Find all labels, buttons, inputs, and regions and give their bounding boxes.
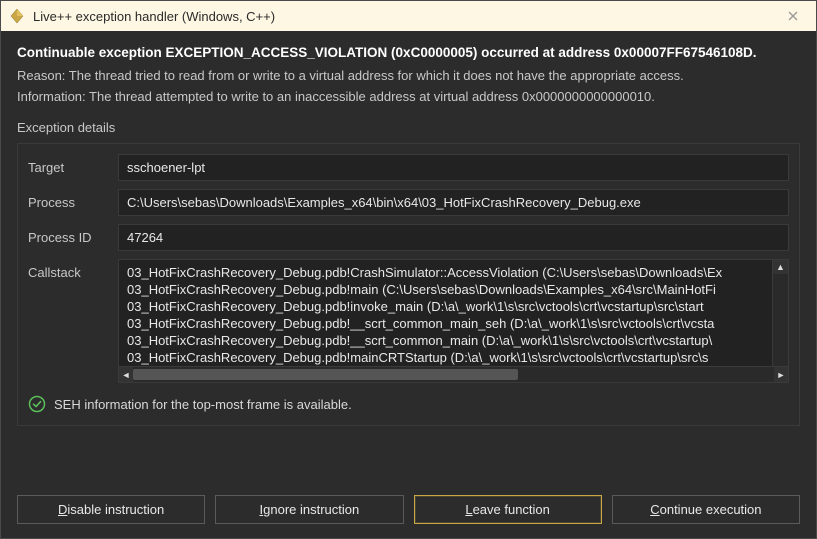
- process-field[interactable]: [118, 189, 789, 216]
- scroll-right-arrow-icon[interactable]: ►: [774, 367, 788, 382]
- app-icon: [9, 8, 25, 24]
- callstack-frame[interactable]: 03_HotFixCrashRecovery_Debug.pdb!mainCRT…: [127, 349, 782, 366]
- target-field[interactable]: [118, 154, 789, 181]
- callstack-label: Callstack: [28, 259, 108, 280]
- content-area: Continuable exception EXCEPTION_ACCESS_V…: [1, 31, 816, 485]
- exception-details-box: Target Process Process ID Callstack 03_H…: [17, 143, 800, 426]
- exception-dialog: Live++ exception handler (Windows, C++) …: [0, 0, 817, 539]
- process-row: Process: [28, 189, 789, 216]
- callstack-frame[interactable]: 03_HotFixCrashRecovery_Debug.pdb!__scrt_…: [127, 332, 782, 349]
- leave-function-button[interactable]: Leave function: [414, 495, 602, 524]
- close-icon: [788, 11, 798, 21]
- seh-status-text: SEH information for the top-most frame i…: [54, 397, 352, 412]
- callstack-content: 03_HotFixCrashRecovery_Debug.pdb!CrashSi…: [119, 260, 788, 366]
- scroll-up-arrow-icon[interactable]: ▲: [773, 260, 788, 274]
- pid-row: Process ID: [28, 224, 789, 251]
- check-circle-icon: [28, 395, 46, 413]
- pid-field[interactable]: [118, 224, 789, 251]
- ignore-instruction-button[interactable]: Ignore instruction: [215, 495, 403, 524]
- continue-execution-button[interactable]: Continue execution: [612, 495, 800, 524]
- horizontal-scrollbar[interactable]: ◄ ►: [119, 366, 788, 382]
- vertical-scrollbar[interactable]: ▲: [772, 260, 788, 366]
- disable-instruction-button[interactable]: Disable instruction: [17, 495, 205, 524]
- exception-headline: Continuable exception EXCEPTION_ACCESS_V…: [17, 45, 800, 60]
- target-label: Target: [28, 154, 108, 175]
- exception-details-label: Exception details: [17, 120, 800, 135]
- process-label: Process: [28, 189, 108, 210]
- target-row: Target: [28, 154, 789, 181]
- callstack-frame[interactable]: 03_HotFixCrashRecovery_Debug.pdb!invoke_…: [127, 298, 782, 315]
- reason-line: Reason: The thread tried to read from or…: [17, 68, 800, 83]
- window-title: Live++ exception handler (Windows, C++): [33, 9, 770, 24]
- h-scroll-thumb[interactable]: [133, 369, 518, 380]
- callstack-row: Callstack 03_HotFixCrashRecovery_Debug.p…: [28, 259, 789, 383]
- button-row: Disable instruction Ignore instruction L…: [1, 485, 816, 538]
- information-line: Information: The thread attempted to wri…: [17, 89, 800, 104]
- callstack-box[interactable]: 03_HotFixCrashRecovery_Debug.pdb!CrashSi…: [118, 259, 789, 383]
- callstack-frame[interactable]: 03_HotFixCrashRecovery_Debug.pdb!__scrt_…: [127, 315, 782, 332]
- v-scroll-track[interactable]: [773, 274, 788, 366]
- callstack-frame[interactable]: 03_HotFixCrashRecovery_Debug.pdb!main (C…: [127, 281, 782, 298]
- callstack-frame[interactable]: 03_HotFixCrashRecovery_Debug.pdb!CrashSi…: [127, 264, 782, 281]
- seh-status-row: SEH information for the top-most frame i…: [28, 395, 789, 413]
- titlebar: Live++ exception handler (Windows, C++): [1, 1, 816, 31]
- pid-label: Process ID: [28, 224, 108, 245]
- scroll-left-arrow-icon[interactable]: ◄: [119, 367, 133, 382]
- close-button[interactable]: [778, 4, 808, 28]
- h-scroll-track[interactable]: [133, 367, 774, 382]
